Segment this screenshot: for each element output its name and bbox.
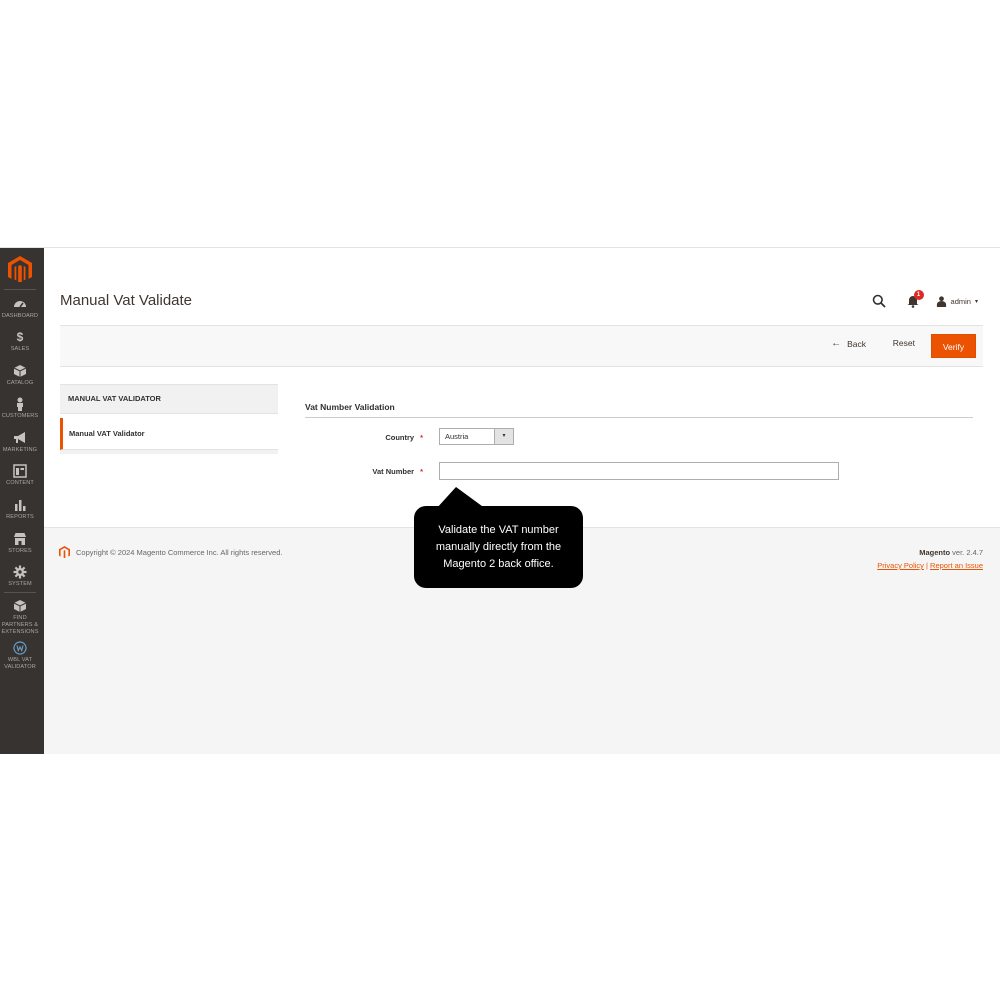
privacy-policy-link[interactable]: Privacy Policy (877, 561, 924, 570)
magento-logo-icon[interactable] (8, 256, 32, 282)
country-field-label: Country * (303, 433, 423, 442)
header-tools: 1 admin ▾ (872, 290, 978, 309)
back-button[interactable]: ← Back (831, 338, 866, 349)
sidebar-item-customers[interactable]: CUSTOMERS (0, 397, 40, 420)
sidebar-item-sales[interactable]: $ SALES (0, 330, 40, 353)
tabs-footer (60, 450, 278, 454)
report-issue-link[interactable]: Report an Issue (930, 561, 983, 570)
person-icon (17, 397, 23, 411)
user-icon (936, 295, 946, 307)
sidebar-item-label: STORES (8, 548, 32, 554)
sidebar-item-system[interactable]: SYSTEM (0, 565, 40, 588)
version-info: Magento ver. 2.4.7 (919, 548, 983, 557)
search-icon[interactable] (872, 294, 886, 308)
vat-validator-icon (13, 641, 27, 655)
user-menu[interactable]: admin ▾ (936, 295, 978, 307)
vat-number-label: Vat Number (372, 467, 415, 476)
layout-icon (13, 464, 27, 478)
sidebar-divider (4, 592, 36, 593)
vat-number-field-label: Vat Number * (303, 467, 423, 476)
back-button-label: Back (847, 338, 866, 349)
arrow-left-icon: ← (831, 338, 842, 349)
bar-chart-icon (15, 500, 26, 511)
sidebar-item-label: SALES (10, 346, 30, 352)
sidebar-item-label: MARKETING (2, 447, 38, 453)
notifications-button[interactable]: 1 (906, 290, 924, 308)
sidebar-item-stores[interactable]: STORES (0, 532, 40, 555)
main-content: Manual Vat Validate 1 admin ▾ ← Back Res… (44, 248, 1000, 754)
puzzle-box-icon (13, 600, 27, 612)
country-label: Country (385, 433, 415, 442)
sidebar-item-content[interactable]: CONTENT (0, 464, 40, 487)
brand-name: Magento (919, 548, 951, 557)
sidebar-item-label: CATALOG (6, 380, 34, 386)
page-title: Manual Vat Validate (60, 292, 193, 309)
megaphone-icon (14, 432, 25, 443)
sidebar-item-find-partners[interactable]: FIND PARTNERS & EXTENSIONS (0, 599, 40, 636)
side-tabs-panel: MANUAL VAT VALIDATOR Manual VAT Validato… (60, 384, 278, 454)
sidebar-item-label: WBL VAT VALIDATOR (4, 657, 36, 670)
sidebar-divider (4, 289, 36, 290)
sidebar-item-catalog[interactable]: CATALOG (0, 364, 40, 387)
sidebar-item-label: SYSTEM (8, 581, 32, 587)
fieldset-divider (305, 417, 973, 418)
sidebar-item-marketing[interactable]: MARKETING (0, 431, 40, 454)
sidebar-item-label: REPORTS (6, 514, 34, 520)
sidebar-item-label: FIND PARTNERS & EXTENSIONS (1, 615, 39, 635)
country-select[interactable]: Austria ▾ (439, 428, 514, 445)
copyright-text: Copyright © 2024 Magento Commerce Inc. A… (76, 548, 283, 557)
chevron-down-icon: ▾ (494, 429, 513, 444)
sidebar-item-label: CONTENT (6, 480, 34, 486)
vat-number-input[interactable] (439, 462, 839, 480)
verify-button[interactable]: Verify (931, 334, 976, 358)
page-actions-bar: ← Back Reset Verify (60, 325, 983, 367)
admin-window: DASHBOARD $ SALES CATALOG CUSTOMERS MARK… (0, 247, 1000, 754)
user-name: admin (950, 296, 971, 306)
chevron-down-icon: ▾ (974, 298, 978, 305)
tabs-title: MANUAL VAT VALIDATOR (60, 384, 278, 414)
sidebar-item-label: DASHBOARD (1, 313, 39, 319)
fieldset-title: Vat Number Validation (305, 402, 395, 412)
callout-tooltip: Validate the VAT number manually directl… (414, 506, 583, 588)
notification-count-badge: 1 (913, 290, 924, 300)
sidebar-item-label: CUSTOMERS (1, 413, 39, 419)
country-select-value: Austria (445, 432, 469, 441)
store-icon (14, 533, 26, 545)
admin-sidebar: DASHBOARD $ SALES CATALOG CUSTOMERS MARK… (0, 248, 44, 754)
magento-logo-icon (59, 546, 70, 558)
sidebar-item-reports[interactable]: REPORTS (0, 498, 40, 521)
sidebar-item-wbl-vat-validator[interactable]: WBL VAT VALIDATOR (0, 641, 40, 671)
version-text: ver. 2.4.7 (950, 548, 983, 557)
tab-manual-vat-validator[interactable]: Manual VAT Validator (60, 418, 278, 450)
required-mark: * (420, 433, 423, 442)
required-mark: * (420, 467, 423, 476)
reset-button[interactable]: Reset (893, 338, 915, 348)
sidebar-item-dashboard[interactable]: DASHBOARD (0, 297, 40, 320)
callout-text: Validate the VAT number manually directl… (435, 523, 562, 570)
dollar-icon: $ (16, 330, 24, 344)
dashboard-icon (14, 301, 26, 308)
footer-links: Privacy Policy | Report an Issue (877, 561, 983, 570)
box-icon (13, 365, 27, 377)
gear-icon (13, 565, 27, 579)
